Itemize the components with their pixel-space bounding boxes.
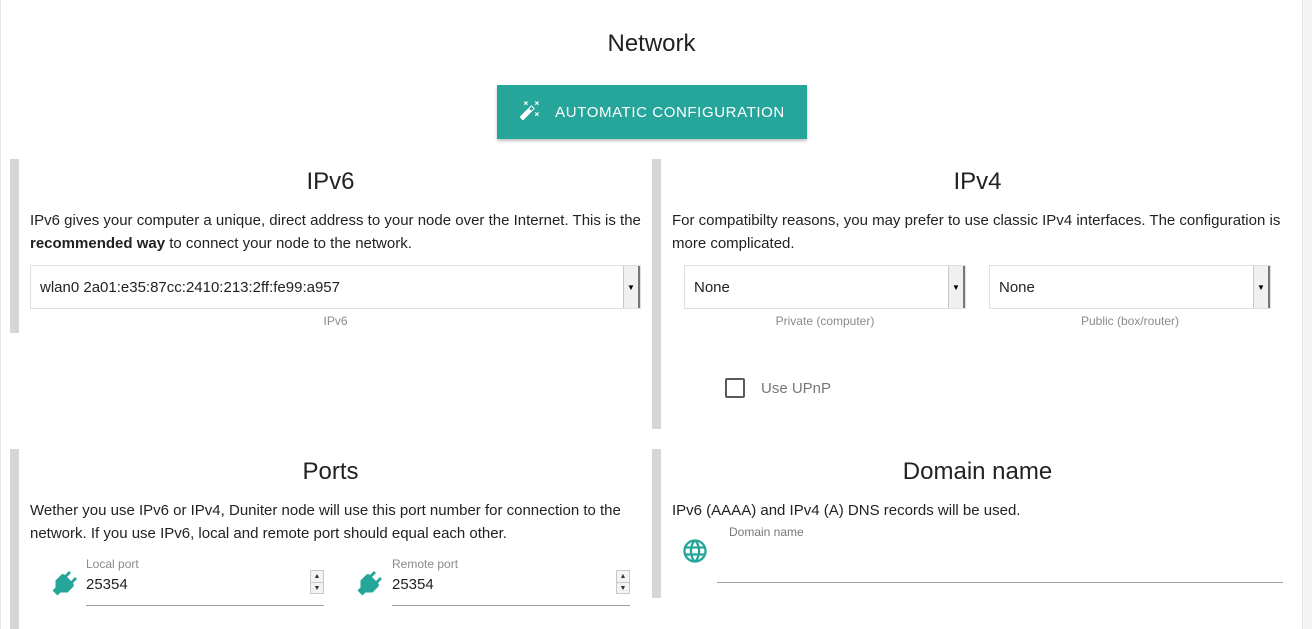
domain-input[interactable] bbox=[717, 552, 1283, 583]
ipv6-description-bold: recommended way bbox=[30, 235, 166, 252]
remote-port-value[interactable]: 25354 bbox=[392, 576, 434, 593]
local-port-value[interactable]: 25354 bbox=[86, 576, 128, 593]
ports-title: Ports bbox=[302, 458, 359, 485]
domain-title: Domain name bbox=[902, 458, 1053, 485]
domain-field-label: Domain name bbox=[729, 525, 804, 539]
globe-icon bbox=[681, 537, 709, 565]
plug-icon bbox=[352, 567, 386, 601]
spinner-down-icon[interactable]: ▼ bbox=[311, 583, 323, 594]
spinner-up-icon[interactable]: ▲ bbox=[311, 571, 323, 583]
ports-description: Wether you use IPv6 or IPv4, Duniter nod… bbox=[30, 502, 621, 542]
vertical-scrollbar[interactable] bbox=[1303, 0, 1312, 629]
chevron-down-icon[interactable]: ▼ bbox=[623, 266, 640, 308]
ipv6-select-value: wlan0 2a01:e35:87cc:2410:213:2ff:fe99:a9… bbox=[40, 278, 340, 296]
ipv4-public-select[interactable]: None ▼ bbox=[989, 265, 1271, 309]
automatic-configuration-label: AUTOMATIC CONFIGURATION bbox=[555, 103, 785, 121]
chevron-down-icon[interactable]: ▼ bbox=[948, 266, 965, 308]
ipv4-private-value: None bbox=[694, 278, 730, 296]
ipv6-description-end: to connect your node to the network. bbox=[165, 235, 412, 252]
spinner-up-icon[interactable]: ▲ bbox=[617, 571, 629, 583]
upnp-checkbox[interactable]: Use UPnP bbox=[725, 378, 831, 398]
ipv4-public-value: None bbox=[999, 278, 1035, 296]
local-port-field[interactable]: Local port 25354 ▲ ▼ bbox=[86, 557, 324, 607]
ipv6-description-start: IPv6 gives your computer a unique, direc… bbox=[30, 212, 641, 229]
plug-icon bbox=[47, 567, 81, 601]
remote-port-label: Remote port bbox=[392, 557, 459, 571]
chevron-down-icon[interactable]: ▼ bbox=[1253, 266, 1270, 308]
ipv4-private-select[interactable]: None ▼ bbox=[684, 265, 966, 309]
ipv4-title: IPv4 bbox=[953, 168, 1002, 195]
ipv6-section: IPv6 IPv6 gives your computer a unique, … bbox=[10, 159, 651, 333]
ipv4-public-caption: Public (box/router) bbox=[1080, 314, 1180, 328]
spinner-down-icon[interactable]: ▼ bbox=[617, 583, 629, 594]
domain-description: IPv6 (AAAA) and IPv4 (A) DNS records wil… bbox=[672, 502, 1021, 519]
local-port-underline bbox=[86, 605, 324, 606]
local-port-label: Local port bbox=[86, 557, 139, 571]
domain-section: Domain name IPv6 (AAAA) and IPv4 (A) DNS… bbox=[652, 449, 1303, 629]
magic-wand-icon bbox=[519, 99, 541, 125]
ipv6-title: IPv6 bbox=[306, 168, 355, 195]
ports-section: Ports Wether you use IPv6 or IPv4, Dunit… bbox=[10, 449, 651, 629]
ipv6-description: IPv6 gives your computer a unique, direc… bbox=[30, 209, 648, 255]
ipv4-description: For compatibilty reasons, you may prefer… bbox=[672, 212, 1281, 252]
ipv6-select[interactable]: wlan0 2a01:e35:87cc:2410:213:2ff:fe99:a9… bbox=[30, 265, 641, 309]
remote-port-underline bbox=[392, 605, 630, 606]
upnp-label: Use UPnP bbox=[761, 379, 832, 397]
ipv6-select-caption: IPv6 bbox=[323, 314, 348, 328]
local-port-spinner[interactable]: ▲ ▼ bbox=[310, 570, 324, 594]
remote-port-field[interactable]: Remote port 25354 ▲ ▼ bbox=[392, 557, 630, 607]
ipv4-section: IPv4 For compatibilty reasons, you may p… bbox=[652, 159, 1303, 429]
section-bar bbox=[652, 159, 661, 429]
page-title: Network bbox=[607, 30, 696, 57]
checkbox-box[interactable] bbox=[725, 378, 745, 398]
remote-port-spinner[interactable]: ▲ ▼ bbox=[616, 570, 630, 594]
ipv4-private-caption: Private (computer) bbox=[775, 314, 875, 328]
automatic-configuration-button[interactable]: AUTOMATIC CONFIGURATION bbox=[497, 85, 807, 139]
